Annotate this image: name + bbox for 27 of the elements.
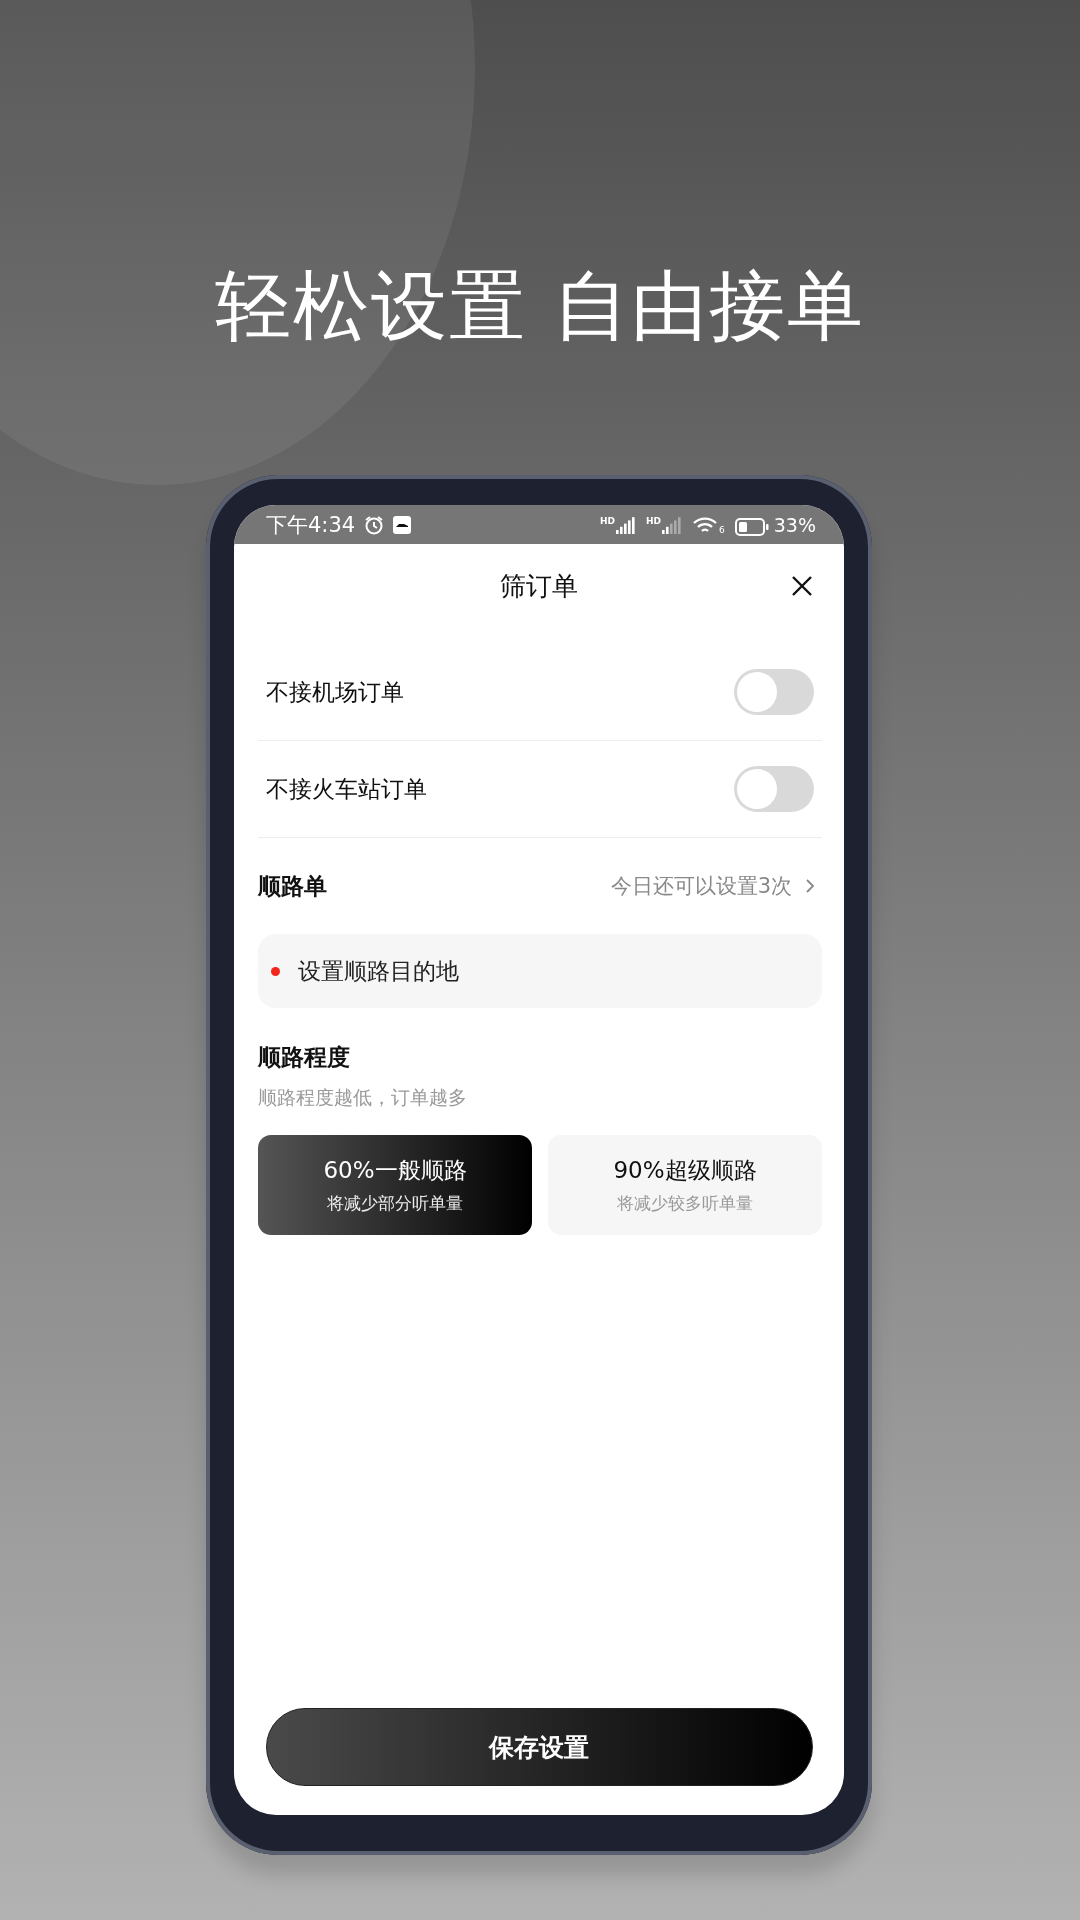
section-title: 顺路单 xyxy=(258,871,327,901)
section-title: 顺路程度 xyxy=(258,1043,351,1072)
headline: 轻松设置 自由接单 xyxy=(214,261,866,351)
route-option-card[interactable]: 90%超级顺路 将减少较多听单量 xyxy=(548,1135,822,1235)
toggle-switch[interactable] xyxy=(734,669,814,715)
close-icon[interactable] xyxy=(790,574,814,598)
option-title: 60%一般顺路 xyxy=(323,1156,467,1185)
route-option-card[interactable]: 60%一般顺路 将减少部分听单量 xyxy=(258,1135,532,1235)
status-time: 下午4:34 xyxy=(266,511,356,539)
destination-field[interactable]: 设置顺路目的地 xyxy=(258,934,822,1008)
option-label: 不接机场订单 xyxy=(266,677,404,707)
wifi-label: 6 xyxy=(719,524,725,535)
network-label: HD xyxy=(646,515,662,526)
network-label: HD xyxy=(600,515,615,526)
sheet-title: 筛订单 xyxy=(500,569,578,603)
chevron-right-icon xyxy=(804,877,816,895)
option-note: 将减少较多听单量 xyxy=(617,1192,753,1215)
battery-icon xyxy=(734,517,769,536)
section-subtitle: 顺路程度越低，订单越多 xyxy=(258,1085,468,1110)
save-button[interactable]: 保存设置 xyxy=(265,1708,813,1786)
option-label: 不接火车站订单 xyxy=(266,774,427,804)
option-title: 90%超级顺路 xyxy=(613,1156,757,1185)
battery-percent: 33% xyxy=(773,513,816,536)
toggle-switch[interactable] xyxy=(734,766,814,812)
remaining-link[interactable]: 今日还可以设置3次 xyxy=(610,872,822,900)
dot-icon xyxy=(271,966,280,976)
option-note: 将减少部分听单量 xyxy=(327,1192,463,1215)
